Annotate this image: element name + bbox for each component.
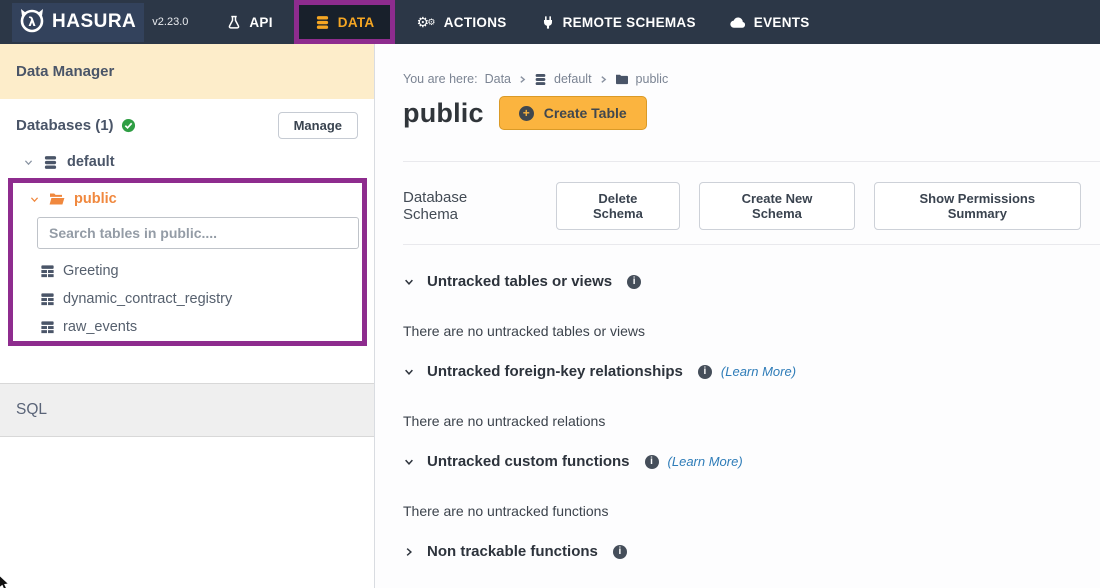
section-non-trackable-functions-header[interactable]: Non trackable functions bbox=[403, 543, 1100, 560]
logo-wordmark: HASURA bbox=[52, 11, 136, 33]
chevron-down-icon bbox=[23, 157, 34, 168]
sidebar-item-database-default[interactable]: default bbox=[0, 149, 374, 175]
databases-row: Databases (1) Manage bbox=[0, 99, 374, 149]
untracked-functions-empty-text: There are no untracked functions bbox=[403, 503, 1100, 519]
databases-label-group: Databases (1) bbox=[16, 117, 136, 134]
info-icon[interactable] bbox=[613, 545, 627, 559]
chevron-right-icon bbox=[403, 546, 415, 558]
page-title: public bbox=[403, 98, 484, 129]
nav-item-events[interactable]: EVENTS bbox=[713, 0, 827, 44]
breadcrumb-item-default[interactable]: default bbox=[554, 72, 592, 86]
delete-schema-button[interactable]: Delete Schema bbox=[556, 182, 681, 230]
nav-items: API DATA ⚙⚙ ACTIONS REMOTE SCHEMAS bbox=[210, 0, 826, 44]
section-untracked-fk-header[interactable]: Untracked foreign-key relationships (Lea… bbox=[403, 363, 1100, 380]
learn-more-link[interactable]: (Learn More) bbox=[721, 364, 796, 379]
info-icon[interactable] bbox=[698, 365, 712, 379]
version-label: v2.23.0 bbox=[152, 16, 188, 28]
section-title: Untracked foreign-key relationships bbox=[427, 363, 683, 380]
nav-item-label: EVENTS bbox=[754, 15, 810, 30]
section-title: Non trackable functions bbox=[427, 543, 598, 560]
chevron-down-icon bbox=[29, 194, 40, 205]
info-icon[interactable] bbox=[627, 275, 641, 289]
nav-item-label: DATA bbox=[338, 15, 375, 30]
gears-icon: ⚙⚙ bbox=[416, 15, 435, 29]
untracked-tables-empty-text: There are no untracked tables or views bbox=[403, 323, 1100, 339]
table-icon bbox=[40, 264, 55, 278]
show-permissions-summary-button[interactable]: Show Permissions Summary bbox=[874, 182, 1081, 230]
create-new-schema-button[interactable]: Create New Schema bbox=[699, 182, 854, 230]
chevron-right-icon bbox=[518, 75, 527, 84]
database-schema-row: Database Schema Delete Schema Create New… bbox=[403, 182, 1100, 230]
learn-more-link[interactable]: (Learn More) bbox=[668, 454, 743, 469]
nav-item-api[interactable]: API bbox=[210, 0, 289, 44]
plus-circle-icon bbox=[519, 106, 534, 121]
chevron-down-icon bbox=[403, 276, 415, 288]
table-icon bbox=[40, 320, 55, 334]
top-navbar: λ HASURA v2.23.0 API DATA ⚙⚙ ACTIONS bbox=[0, 0, 1100, 44]
nav-item-actions[interactable]: ⚙⚙ ACTIONS bbox=[399, 0, 523, 44]
section-title: Untracked tables or views bbox=[427, 273, 612, 290]
sidebar-item-table-greeting[interactable]: Greeting bbox=[13, 257, 362, 285]
manage-button[interactable]: Manage bbox=[278, 112, 358, 139]
data-sidebar: Data Manager Databases (1) Manage defaul… bbox=[0, 44, 375, 588]
divider bbox=[403, 161, 1100, 162]
breadcrumb: You are here: Data default public bbox=[403, 72, 1100, 86]
mouse-cursor bbox=[0, 575, 12, 588]
table-icon bbox=[40, 292, 55, 306]
section-untracked-functions-header[interactable]: Untracked custom functions (Learn More) bbox=[403, 453, 1100, 470]
data-manager-header: Data Manager bbox=[0, 44, 374, 99]
section-untracked-tables-header[interactable]: Untracked tables or views bbox=[403, 273, 1100, 290]
svg-text:λ: λ bbox=[28, 15, 36, 29]
breadcrumb-prefix: You are here: bbox=[403, 72, 478, 86]
section-title: Untracked custom functions bbox=[427, 453, 630, 470]
breadcrumb-item-data[interactable]: Data bbox=[485, 72, 511, 86]
nav-item-data[interactable]: DATA bbox=[299, 5, 391, 39]
database-icon bbox=[534, 73, 547, 86]
hasura-logo[interactable]: λ HASURA v2.23.0 bbox=[12, 3, 188, 42]
sidebar-item-table-dynamic-contract-registry[interactable]: dynamic_contract_registry bbox=[13, 285, 362, 313]
hasura-logo-icon: λ bbox=[18, 6, 46, 39]
chevron-down-icon bbox=[403, 366, 415, 378]
database-icon bbox=[43, 155, 58, 170]
info-icon[interactable] bbox=[645, 455, 659, 469]
main-content: You are here: Data default public public… bbox=[375, 44, 1100, 588]
create-table-button[interactable]: Create Table bbox=[499, 96, 647, 130]
sidebar-item-schema-public[interactable]: public bbox=[13, 186, 362, 212]
nav-item-label: ACTIONS bbox=[444, 15, 507, 30]
database-name-label: default bbox=[67, 154, 115, 170]
folder-open-icon bbox=[49, 192, 65, 206]
table-name-label: raw_events bbox=[63, 319, 137, 335]
cloud-icon bbox=[730, 16, 746, 29]
sidebar-item-sql[interactable]: SQL bbox=[0, 383, 374, 437]
flask-icon bbox=[227, 15, 241, 30]
database-icon bbox=[315, 15, 330, 30]
databases-count-label: Databases (1) bbox=[16, 117, 114, 134]
sidebar-item-table-raw-events[interactable]: raw_events bbox=[13, 313, 362, 341]
database-schema-label: Database Schema bbox=[403, 189, 522, 223]
breadcrumb-item-public[interactable]: public bbox=[636, 72, 669, 86]
table-name-label: dynamic_contract_registry bbox=[63, 291, 232, 307]
hasura-logo-tile: λ HASURA bbox=[12, 3, 144, 42]
annotation-box-public-schema: public Greeting dynamic_contract_registr… bbox=[8, 178, 367, 346]
divider bbox=[403, 244, 1100, 245]
nav-item-label: REMOTE SCHEMAS bbox=[563, 15, 696, 30]
chevron-right-icon bbox=[599, 75, 608, 84]
chevron-down-icon bbox=[403, 456, 415, 468]
connected-check-icon bbox=[121, 118, 136, 133]
nav-item-remote-schemas[interactable]: REMOTE SCHEMAS bbox=[524, 0, 713, 44]
plug-icon bbox=[541, 15, 555, 30]
folder-icon bbox=[615, 73, 629, 85]
annotation-box-data-tab: DATA bbox=[294, 0, 396, 44]
nav-item-label: API bbox=[249, 15, 272, 30]
create-table-label: Create Table bbox=[544, 105, 627, 121]
table-name-label: Greeting bbox=[63, 263, 119, 279]
untracked-relations-empty-text: There are no untracked relations bbox=[403, 413, 1100, 429]
search-tables-input[interactable] bbox=[37, 217, 359, 249]
title-row: public Create Table bbox=[403, 96, 1100, 130]
schema-name-label: public bbox=[74, 191, 117, 207]
